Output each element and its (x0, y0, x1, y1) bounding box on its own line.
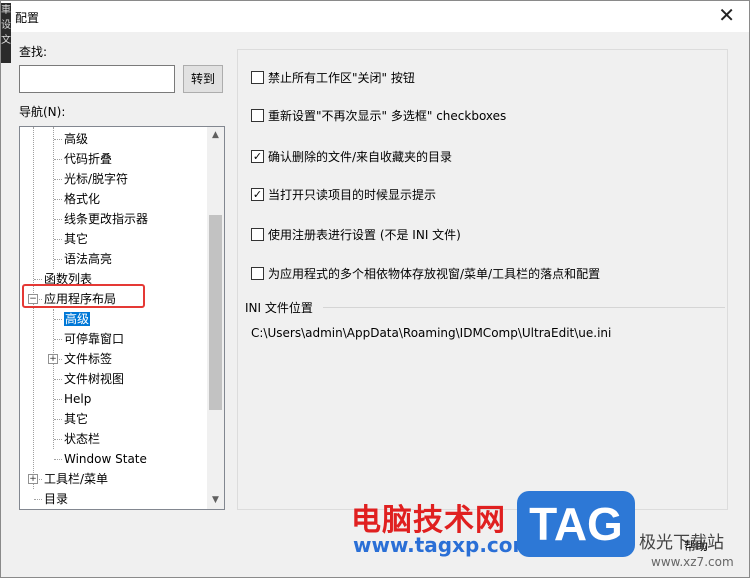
checkbox[interactable] (251, 267, 264, 280)
tree-guide (54, 319, 62, 320)
background-window-edge: 車 设 文 (1, 3, 11, 63)
watermark-site: 极光下载站 (639, 533, 724, 553)
tree-item-label: 语法高亮 (64, 252, 113, 266)
search-input[interactable] (19, 65, 175, 93)
option-label: 禁止所有工作区"关闭" 按钮 (268, 71, 415, 85)
tree-item[interactable]: 高级 (64, 309, 91, 329)
tree-item[interactable]: Help (64, 389, 91, 409)
tree-guide (54, 159, 62, 160)
tree-item-label: 光标/脱字符 (64, 172, 129, 186)
tree-item[interactable]: 文件树视图 (64, 369, 124, 389)
tree-guide (54, 259, 62, 260)
tree-guide (54, 379, 62, 380)
tree-item-label: 高级 (64, 312, 91, 326)
expand-icon[interactable]: + (28, 474, 38, 484)
tree-item-label: 代码折叠 (64, 152, 113, 166)
tree-guide (54, 399, 62, 400)
tree-item-label: 文件标签 (64, 352, 113, 366)
tree-guide (34, 499, 42, 500)
option-label: 为应用程式的多个相依物体存放视窗/菜单/工具栏的落点和配置 (268, 267, 601, 281)
checkbox[interactable] (251, 109, 264, 122)
tree-item-label: 其它 (64, 412, 89, 426)
option-label: 当打开只读项目的时候显示提示 (268, 188, 437, 202)
tree-item[interactable]: 格式化 (64, 189, 100, 209)
tree-item[interactable]: 可停靠窗口 (64, 329, 124, 349)
scroll-down-icon[interactable]: ▼ (207, 492, 224, 509)
tree-item[interactable]: 代码折叠 (64, 149, 112, 169)
ini-path: C:\Users\admin\AppData\Roaming\IDMComp\U… (251, 326, 612, 340)
tree-guide (33, 127, 34, 489)
config-dialog: 配置 ✕ 車 设 文 查找: 转到 导航(N): 高级 代码折叠 光标/脱字符 格式化… (0, 0, 750, 578)
tree-item[interactable]: 光标/脱字符 (64, 169, 128, 189)
checkbox[interactable] (251, 228, 264, 241)
annotation-highlight-box (22, 284, 145, 308)
watermark-url: www.tagxp.com (353, 533, 534, 557)
tree-item[interactable]: 语法高亮 (64, 249, 112, 269)
tree-item-label: 可停靠窗口 (64, 332, 125, 346)
tree-item-label: 目录 (44, 492, 69, 506)
tree-guide (54, 139, 62, 140)
tree-item[interactable]: Window State (64, 449, 147, 469)
watermark-site-url: www.xz7.com (651, 555, 734, 569)
tree-item-label: 高级 (64, 132, 89, 146)
tree-scrollbar[interactable]: ▲ ▼ (207, 127, 224, 509)
checkbox[interactable] (251, 71, 264, 84)
tree-item-label: Window State (64, 452, 147, 466)
tree-guide (54, 439, 62, 440)
close-icon[interactable]: ✕ (718, 3, 735, 27)
option-label: 使用注册表进行设置 (不是 INI 文件) (268, 228, 461, 242)
tree-item[interactable]: 其它 (64, 409, 88, 429)
title-bar: 配置 ✕ (1, 1, 749, 32)
group-divider (323, 307, 725, 308)
goto-button[interactable]: 转到 (183, 65, 223, 93)
tree-item-label: 格式化 (64, 192, 101, 206)
tree-item[interactable]: 高级 (64, 129, 88, 149)
tree-guide (54, 219, 62, 220)
nav-label: 导航(N): (19, 105, 66, 119)
tree-guide (34, 279, 42, 280)
tree-guide (54, 419, 62, 420)
tree-item[interactable]: 文件标签 (64, 349, 112, 369)
tree-guide (54, 339, 62, 340)
tree-item[interactable]: 线条更改指示器 (64, 209, 148, 229)
tree-guide (54, 179, 62, 180)
tree-item-label: 文件树视图 (64, 372, 125, 386)
tree-guide (54, 239, 62, 240)
tree-item[interactable]: 状态栏 (64, 429, 100, 449)
tree-item-label: Help (64, 392, 92, 406)
tree-item-label: 工具栏/菜单 (44, 472, 109, 486)
tree-item-label: 状态栏 (64, 432, 101, 446)
tree-item[interactable]: 目录 (44, 489, 68, 509)
option-label: 重新设置"不再次显示" 多选框" checkboxes (268, 109, 507, 123)
nav-tree[interactable]: 高级 代码折叠 光标/脱字符 格式化 线条更改指示器 其它 语法高亮 函数列表 应用程序布局 − 高… (19, 126, 225, 510)
scroll-thumb[interactable] (209, 215, 222, 410)
checkbox[interactable]: ✓ (251, 150, 264, 163)
option-label: 确认删除的文件/来自收藏夹的目录 (268, 150, 453, 164)
dialog-title: 配置 (15, 11, 40, 25)
tree-guide (54, 199, 62, 200)
ini-group-label: INI 文件位置 (245, 301, 313, 315)
tree-item-label: 线条更改指示器 (64, 212, 149, 226)
watermark-tag-logo: TAG (517, 491, 635, 557)
expand-icon[interactable]: + (48, 354, 58, 364)
tree-item[interactable]: 其它 (64, 229, 88, 249)
tree-item[interactable]: 工具栏/菜单 (44, 469, 108, 489)
checkbox[interactable]: ✓ (251, 188, 264, 201)
tree-guide (54, 459, 62, 460)
scroll-up-icon[interactable]: ▲ (207, 127, 224, 144)
tree-guide (53, 127, 54, 269)
search-label: 查找: (19, 45, 48, 59)
tree-item-label: 其它 (64, 232, 89, 246)
